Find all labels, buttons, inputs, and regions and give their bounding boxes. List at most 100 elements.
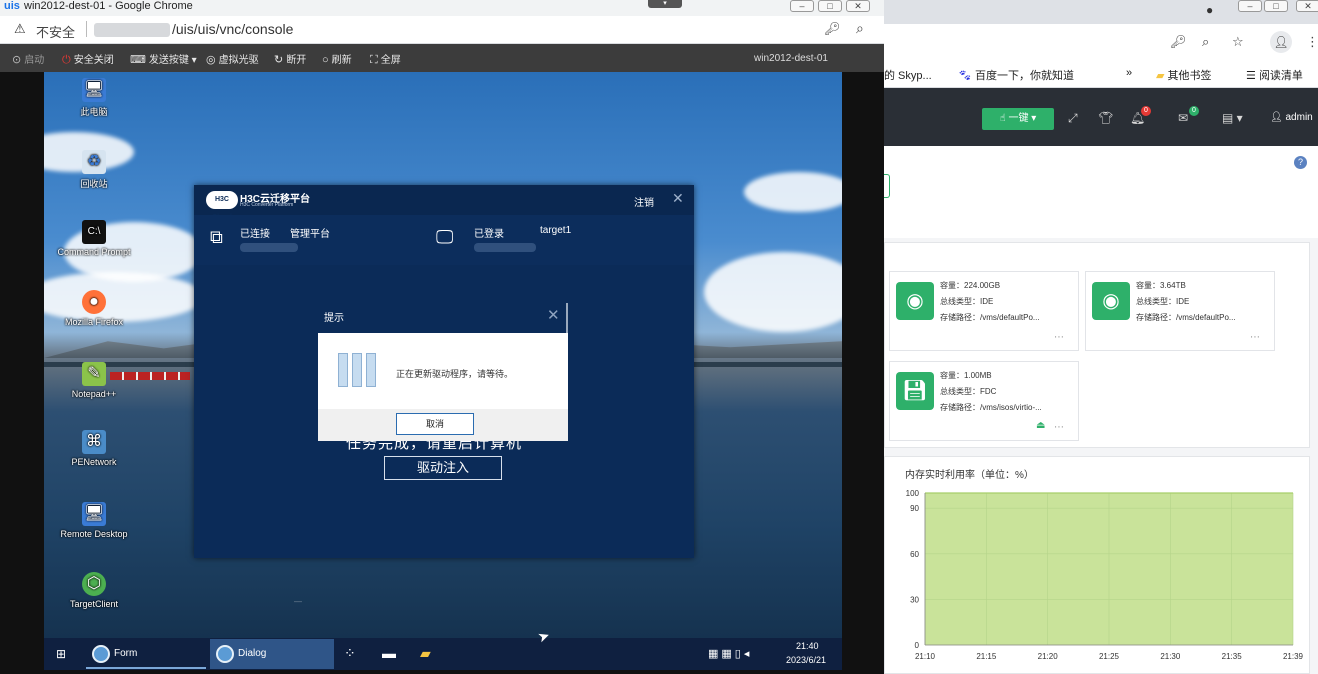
storage-capacity: 容量：1.00MB xyxy=(940,371,992,380)
maximize-button[interactable]: □ xyxy=(1264,0,1288,12)
profile-avatar[interactable]: 👤︎ xyxy=(1270,31,1292,53)
cdrom-icon: ◎ xyxy=(206,54,216,66)
address-bar[interactable]: ⚠ 不安全 /uis/uis/vnc/console 🔑︎ ⌕ xyxy=(0,16,884,44)
computer-icon: 🖥︎ xyxy=(82,78,106,102)
close-button[interactable]: ✕ xyxy=(1296,0,1318,12)
hint-footer: 取消 xyxy=(318,409,568,441)
hint-message: 正在更新驱动程序，请等待。 xyxy=(396,369,514,379)
refresh-icon: ○ xyxy=(322,54,329,66)
system-tray-icons[interactable]: ▦▦▯◂ xyxy=(708,647,752,660)
warning-icon: ⚠ xyxy=(14,21,26,36)
storage-path: 存储路径：/vms/defaultPo... xyxy=(1136,313,1236,322)
storage-bus: 总线类型：FDC xyxy=(940,387,997,396)
desktop-icon-command-prompt[interactable]: C:\ Command Prompt xyxy=(44,220,144,257)
task-form[interactable]: Form xyxy=(86,639,206,669)
shirt-icon[interactable]: 👕︎ xyxy=(1098,111,1113,125)
maximize-button[interactable]: □ xyxy=(818,0,842,12)
close-button[interactable]: ✕ xyxy=(846,0,870,12)
x-tick-label: 21:39 xyxy=(1283,652,1304,661)
desktop-icon-recycle-bin[interactable]: ♻ 回收站 xyxy=(44,150,144,190)
desktop-icon-notepadpp[interactable]: ✎ Notepad++ xyxy=(44,362,144,399)
connected-label: 已连接 xyxy=(240,229,270,240)
minimize-button[interactable]: – xyxy=(1238,0,1262,12)
desktop-icon-remote-desktop[interactable]: 🖥︎ Remote Desktop xyxy=(44,502,144,539)
task-dialog[interactable]: Dialog xyxy=(210,639,334,669)
close-icon[interactable]: ✕ xyxy=(672,190,684,207)
desktop-icon-this-pc[interactable]: 🖥︎ 此电脑 xyxy=(44,78,144,118)
screen-icon[interactable]: ▤ ▾ xyxy=(1222,111,1243,125)
divider xyxy=(566,303,568,333)
link-icon: ⧉ xyxy=(210,227,223,247)
network-icon: ⌘ xyxy=(82,430,106,454)
bookmark-skype[interactable]: 的 Skyp... xyxy=(884,67,932,83)
x-tick-label: 21:30 xyxy=(1160,652,1181,661)
start-button[interactable]: ⊙ 启动 xyxy=(12,51,44,66)
folder-icon[interactable]: ▰ xyxy=(420,645,431,662)
storage-bus: 总线类型：IDE xyxy=(1136,297,1190,306)
star-icon[interactable]: ☆ xyxy=(1232,34,1244,50)
bookmark-reading-list[interactable]: ☰ 阅读清单 xyxy=(1246,67,1303,83)
hint-body: 正在更新驱动程序，请等待。 取消 xyxy=(318,333,568,441)
uis-header: ☝ 一键 ▾ ⤢ 👕︎ 🔔︎ 0 ✉ 0 ▤ ▾ 👤︎ admin xyxy=(884,88,1318,146)
zoom-icon[interactable]: ⌕ xyxy=(856,20,864,37)
eject-icon[interactable]: ⏏ xyxy=(1036,420,1045,431)
vm-name: win2012-dest-01 xyxy=(754,53,828,64)
storage-path: 存储路径：/vms/isos/virtio-... xyxy=(940,403,1042,412)
menu-icon[interactable]: ⋮ xyxy=(1306,34,1318,50)
redacted-host xyxy=(94,23,170,37)
zoom-icon[interactable]: ⌕ xyxy=(1202,34,1209,50)
more-icon[interactable]: ⋯ xyxy=(1054,422,1064,433)
cancel-button[interactable]: 取消 xyxy=(396,413,474,435)
shutdown-icon: ⏻ xyxy=(62,54,71,66)
send-keys-button[interactable]: ⌨ 发送按键 ▾ xyxy=(130,51,197,66)
fullscreen-button[interactable]: ⛶ 全屏 xyxy=(370,51,401,67)
chevron-down-icon: ▾ xyxy=(188,55,197,66)
uis-logo: uis xyxy=(4,0,20,12)
storage-card[interactable]: ◉ 容量：3.64TB 总线类型：IDE 存储路径：/vms/defaultPo… xyxy=(1085,271,1275,351)
refresh-button[interactable]: ○ 刷新 xyxy=(322,51,352,66)
user-menu[interactable]: 👤︎ admin xyxy=(1270,112,1313,123)
windows-start-icon[interactable]: ⊞ xyxy=(56,647,66,661)
vnc-toolbar: ⊙ 启动 ⏻ 安全关闭 ⌨ 发送按键 ▾ ◎ 虚拟光驱 ↻ 断开 ○ 刷新 ⛶ 全屏 win2… xyxy=(0,44,884,72)
chevron-down-icon[interactable]: ▾ xyxy=(648,0,682,8)
target-name: target1 xyxy=(540,225,572,236)
expand-icon[interactable]: ⤢ xyxy=(1068,111,1078,126)
more-icon[interactable]: ⋯ xyxy=(1250,332,1260,343)
mgmt-label: 管理平台 xyxy=(290,229,330,240)
desktop-icon-targetclient[interactable]: ⬡ TargetClient xyxy=(44,572,144,609)
desktop-icon-penetwork[interactable]: ⌘ PENetwork xyxy=(44,430,144,467)
clock-date: 2023/6/21 xyxy=(786,655,827,665)
bookmarks-overflow[interactable]: » xyxy=(1126,67,1132,79)
terminal-icon[interactable]: ▬ xyxy=(382,645,396,661)
more-icon[interactable]: ⋯ xyxy=(1054,332,1064,343)
tab-edge[interactable] xyxy=(884,174,890,198)
y-tick-label: 60 xyxy=(910,550,919,559)
shutdown-button[interactable]: ⏻ 安全关闭 xyxy=(62,51,114,67)
bookmark-other[interactable]: ▰ 其他书签 xyxy=(1156,67,1212,83)
terminal-icon: C:\ xyxy=(82,220,106,244)
key-icon[interactable]: 🔑︎ xyxy=(824,21,841,37)
virtual-cdrom-button[interactable]: ◎ 虚拟光驱 xyxy=(206,51,259,66)
key-icon[interactable]: 🔑︎ xyxy=(1170,34,1187,50)
storage-card[interactable]: ◉ 容量：224.00GB 总线类型：IDE 存储路径：/vms/default… xyxy=(889,271,1079,351)
desktop-icon-firefox[interactable]: ● Mozilla Firefox xyxy=(44,290,144,327)
help-icon[interactable]: ? xyxy=(1294,156,1307,169)
storage-bus: 总线类型：IDE xyxy=(940,297,994,306)
minimize-button[interactable]: – xyxy=(790,0,814,12)
one-key-button[interactable]: ☝ 一键 ▾ xyxy=(982,108,1054,130)
driver-inject-button[interactable]: 驱动注入 xyxy=(384,456,502,480)
fullscreen-icon: ⛶ xyxy=(370,54,378,66)
url-text[interactable]: /uis/uis/vnc/console xyxy=(172,21,293,37)
remote-desktop[interactable]: 🖥︎ 此电脑 ♻ 回收站 C:\ Command Prompt ● Mozilla Fi… xyxy=(44,72,842,638)
mail-icon[interactable]: ✉ xyxy=(1178,111,1188,125)
disconnect-button[interactable]: ↻ 断开 xyxy=(274,51,306,66)
y-tick-label: 90 xyxy=(910,504,919,513)
storage-card[interactable]: 💾︎ 容量：1.00MB 总线类型：FDC 存储路径：/vms/isos/vir… xyxy=(889,361,1079,441)
close-icon[interactable]: ✕ xyxy=(547,306,560,324)
brand-subtitle: H3C Converter Platform xyxy=(240,202,294,208)
hint-title: 提示 xyxy=(324,313,344,324)
task-view-icon[interactable]: ⁘ xyxy=(344,645,356,662)
vnc-screen[interactable]: 🖥︎ 此电脑 ♻ 回收站 C:\ Command Prompt ● Mozilla Fi… xyxy=(0,72,884,674)
logout-link[interactable]: 注销 xyxy=(634,194,654,209)
bookmark-baidu[interactable]: 🐾︎ 百度一下，你就知道 xyxy=(958,67,1074,83)
